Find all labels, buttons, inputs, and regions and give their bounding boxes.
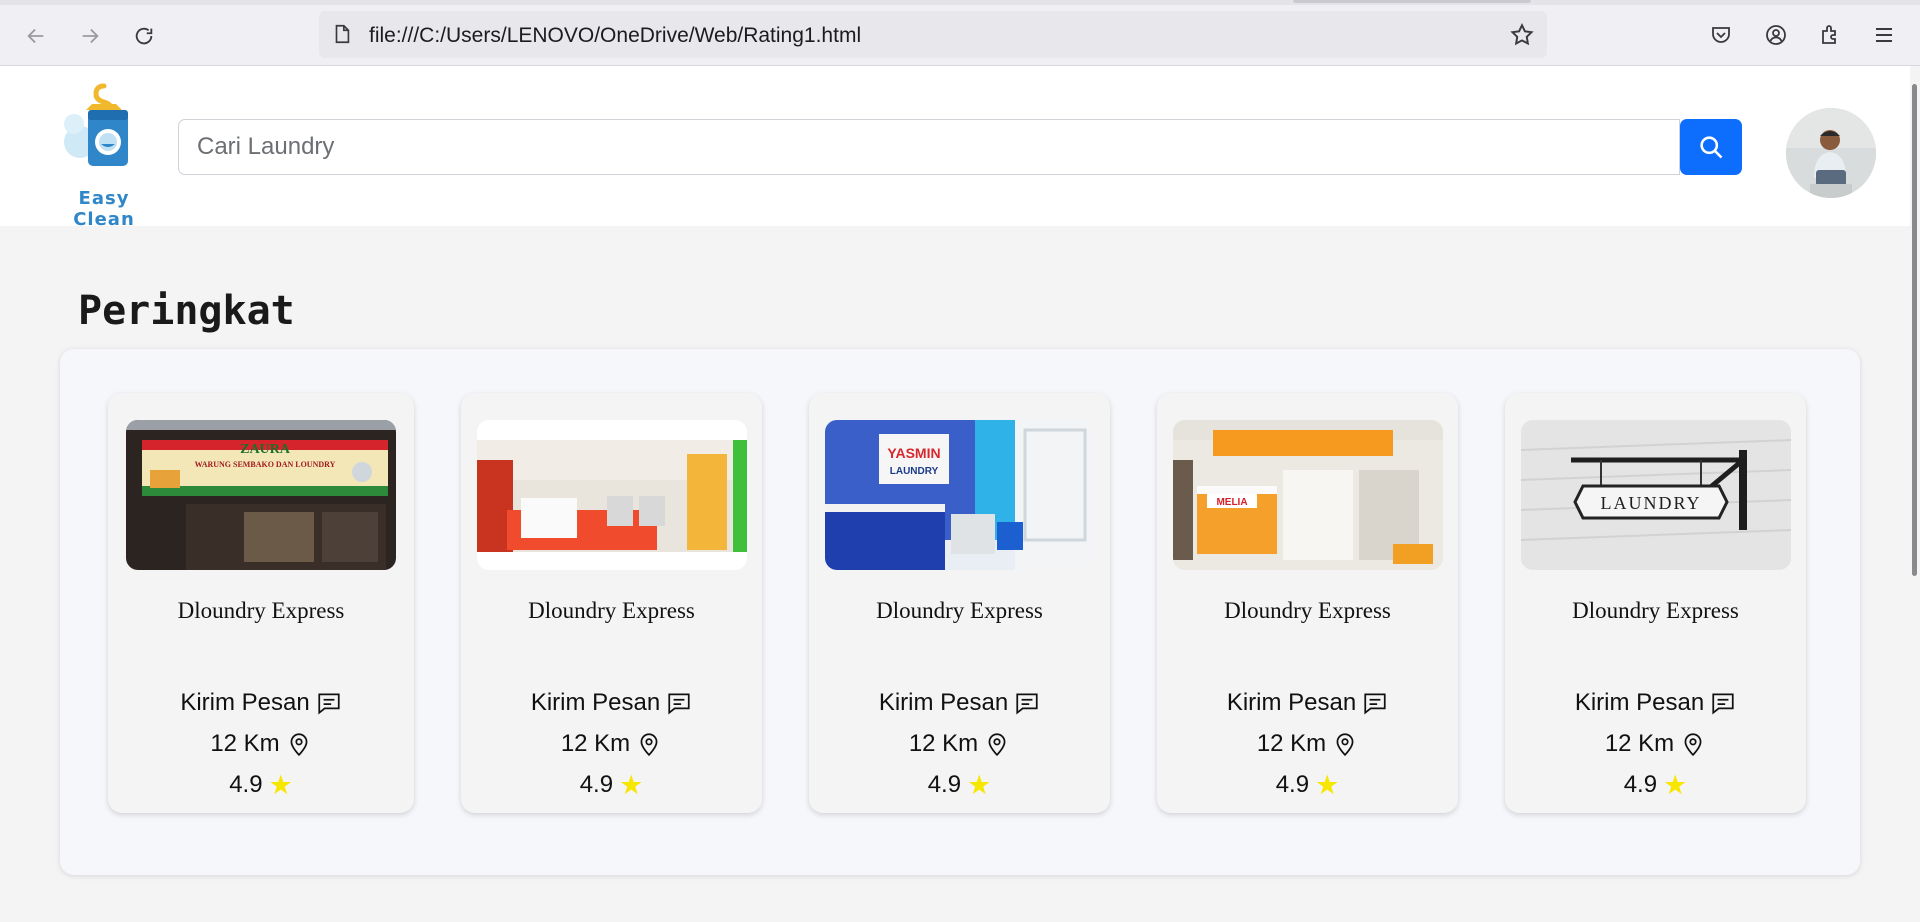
url-text[interactable]: file:///C:/Users/LENOVO/OneDrive/Web/Rat… [369, 24, 861, 48]
laundry-photo: MELIA [1172, 420, 1443, 570]
forward-icon[interactable] [74, 20, 106, 52]
laundry-name: Dloundry Express [876, 598, 1043, 623]
sign-laundry-text: LAUNDRY [889, 466, 938, 477]
laundry-name: Dloundry Express [1224, 598, 1391, 623]
send-message-link[interactable]: Kirim Pesan [809, 689, 1110, 717]
chat-icon [1364, 693, 1386, 715]
star-icon: ★ [1663, 769, 1688, 800]
user-photo-icon [1786, 108, 1876, 198]
reload-icon[interactable] [128, 20, 160, 52]
rating: 4.9 ★ [809, 771, 1110, 799]
pocket-icon[interactable] [1706, 20, 1736, 50]
distance-value: 12 Km [560, 730, 631, 757]
search-input[interactable] [178, 119, 1680, 175]
star-icon: ★ [967, 769, 992, 800]
location-pin-icon [290, 733, 308, 757]
laundry-photo: LAUNDRY [1520, 420, 1791, 570]
send-message-label: Kirim Pesan [530, 689, 661, 716]
send-message-link[interactable]: Kirim Pesan [1157, 689, 1458, 717]
avatar[interactable] [1786, 108, 1876, 198]
tab-strip [0, 0, 1920, 5]
laundry-card[interactable]: Dloundry Express Kirim Pesan 12 Km 4.9 ★ [461, 393, 762, 813]
rating-panel: ZAURA WARUNG SEMBAKO DAN LOUNDRY Dloundr… [60, 349, 1860, 875]
laundry-card[interactable]: YASMIN LAUNDRY Dloundry Express Kirim Pe… [809, 393, 1110, 813]
scrollbar-thumb[interactable] [1912, 84, 1917, 576]
page-title: Peringkat [78, 288, 295, 334]
account-icon[interactable] [1761, 20, 1791, 50]
rating: 4.9 ★ [1157, 771, 1458, 799]
bookmark-star-icon[interactable] [1509, 22, 1535, 48]
distance: 12 Km [1157, 730, 1458, 758]
star-icon: ★ [619, 769, 644, 800]
page-icon [335, 24, 350, 44]
location-pin-icon [988, 733, 1006, 757]
chat-icon [318, 693, 340, 715]
send-message-link[interactable]: Kirim Pesan [1505, 689, 1806, 717]
back-icon[interactable] [20, 20, 52, 52]
send-message-label: Kirim Pesan [1226, 689, 1357, 716]
rating-value: 4.9 [229, 771, 263, 798]
rating-value: 4.9 [1623, 771, 1658, 798]
distance-value: 12 Km [908, 730, 979, 757]
send-message-label: Kirim Pesan [180, 689, 310, 716]
sign-subtitle-text: WARUNG SEMBAKO DAN LOUNDRY [195, 460, 336, 469]
menu-icon[interactable] [1869, 20, 1899, 50]
sign-zaura-text: ZAURA [240, 442, 291, 457]
page-scrollbar[interactable] [1910, 66, 1920, 922]
laundry-name: Dloundry Express [177, 598, 345, 623]
location-pin-icon [1336, 733, 1354, 757]
laundry-card[interactable]: ZAURA WARUNG SEMBAKO DAN LOUNDRY Dloundr… [108, 393, 414, 813]
location-pin-icon [1684, 733, 1702, 757]
logo[interactable]: Easy Clean [52, 80, 160, 230]
laundry-photo: YASMIN LAUNDRY [824, 420, 1095, 570]
send-message-label: Kirim Pesan [878, 689, 1009, 716]
sign-melia-text: MELIA [1216, 497, 1247, 508]
site-header: Easy Clean [0, 66, 1910, 230]
address-bar[interactable]: file:///C:/Users/LENOVO/OneDrive/Web/Rat… [319, 11, 1547, 58]
rating: 4.9 ★ [108, 771, 414, 799]
active-tab-indicator[interactable] [1293, 0, 1531, 3]
rating: 4.9 ★ [1505, 771, 1806, 799]
distance: 12 Km [809, 730, 1110, 758]
search-icon [1700, 136, 1723, 159]
distance-value: 12 Km [1604, 730, 1675, 757]
star-icon: ★ [268, 769, 293, 800]
browser-toolbar: file:///C:/Users/LENOVO/OneDrive/Web/Rat… [0, 0, 1920, 66]
laundry-photo [476, 420, 747, 570]
chat-icon [1016, 693, 1038, 715]
laundry-name: Dloundry Express [528, 598, 695, 623]
distance-value: 12 Km [1256, 730, 1327, 757]
extensions-icon[interactable] [1815, 20, 1845, 50]
search-button[interactable] [1680, 119, 1742, 175]
location-pin-icon [640, 733, 658, 757]
sign-yasmin-text: YASMIN [887, 445, 940, 461]
distance-value: 12 Km [210, 730, 280, 757]
laundry-name: Dloundry Express [1572, 598, 1739, 623]
distance: 12 Km [108, 730, 414, 758]
chat-icon [668, 693, 690, 715]
laundry-photo: ZAURA WARUNG SEMBAKO DAN LOUNDRY [126, 420, 396, 570]
rating-value: 4.9 [927, 771, 962, 798]
washing-machine-logo-icon [64, 83, 128, 166]
laundry-card[interactable]: MELIA Dloundry Express Kirim Pesan 12 Km… [1157, 393, 1458, 813]
rating-value: 4.9 [1275, 771, 1310, 798]
send-message-label: Kirim Pesan [1574, 689, 1705, 716]
sign-laundry-text: LAUNDRY [1600, 493, 1701, 513]
send-message-link[interactable]: Kirim Pesan [461, 689, 762, 717]
chat-icon [1712, 693, 1734, 715]
send-message-link[interactable]: Kirim Pesan [108, 689, 414, 717]
star-icon: ★ [1315, 769, 1340, 800]
distance: 12 Km [461, 730, 762, 758]
laundry-card[interactable]: LAUNDRY Dloundry Express Kirim Pesan 12 … [1505, 393, 1806, 813]
distance: 12 Km [1505, 730, 1806, 758]
logo-text: Easy Clean [73, 188, 135, 230]
rating-value: 4.9 [579, 771, 614, 798]
rating: 4.9 ★ [461, 771, 762, 799]
